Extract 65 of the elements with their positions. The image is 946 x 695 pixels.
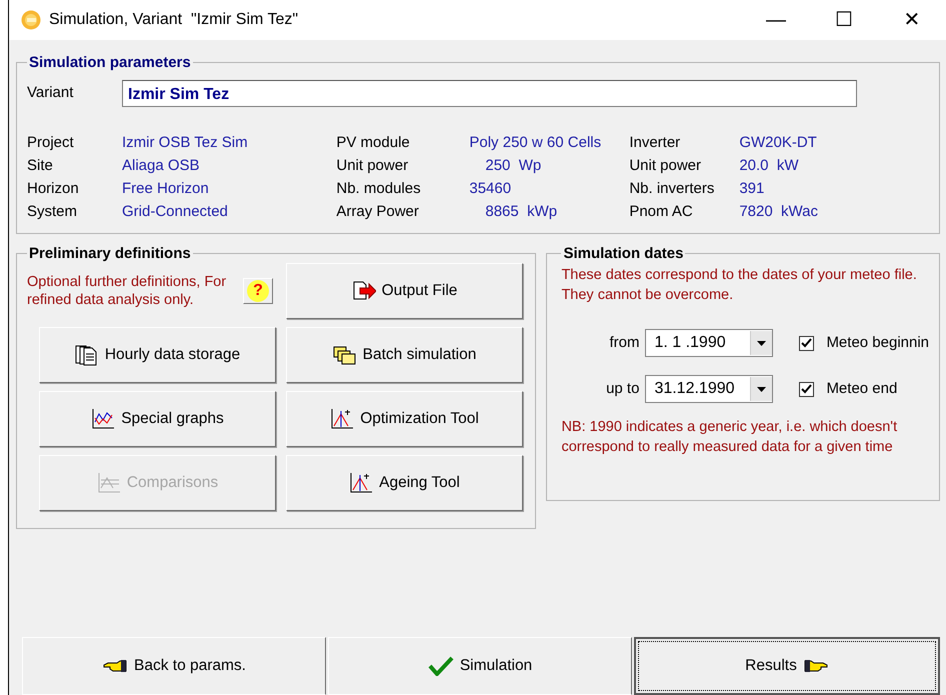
date-label: up to bbox=[605, 378, 640, 399]
field-label: Site bbox=[27, 156, 54, 176]
field-label: Variant bbox=[27, 83, 74, 104]
close-button[interactable]: ✕ bbox=[878, 4, 946, 36]
note-text: These dates correspond to the dates of your meteo file. They cannot be overcome. bbox=[561, 266, 918, 305]
tool-button[interactable]: Batch simulation bbox=[286, 327, 523, 383]
field-value: GW20K-DT bbox=[739, 133, 817, 153]
field-value: Free Horizon bbox=[122, 179, 209, 199]
field-value: Poly 250 w 60 Cells bbox=[469, 133, 602, 153]
footer-button[interactable]: Results bbox=[634, 637, 940, 695]
group-title: Simulation parameters bbox=[28, 55, 192, 70]
tool-button[interactable]: Output File bbox=[286, 263, 523, 319]
app-logo-icon bbox=[21, 10, 41, 30]
checkmark-icon bbox=[428, 656, 454, 676]
field-label: Unit power bbox=[336, 156, 410, 176]
date-label: from bbox=[608, 332, 640, 353]
field-value: 391 bbox=[739, 179, 764, 199]
field-label: Array Power bbox=[336, 202, 420, 222]
tool-button[interactable]: Optimization Tool bbox=[286, 391, 523, 447]
folders-icon bbox=[332, 344, 357, 366]
field-value: Aliaga OSB bbox=[122, 156, 200, 176]
checkbox-label: Meteo end bbox=[826, 378, 898, 399]
checkbox[interactable] bbox=[799, 336, 814, 350]
dropdown-arrow-icon bbox=[757, 386, 766, 392]
tool-button[interactable]: Ageing Tool bbox=[286, 455, 523, 511]
date-dropdown[interactable]: 1. 1 .1990 bbox=[645, 329, 774, 357]
group-title: Simulation dates bbox=[562, 246, 684, 261]
field-value: 35460 bbox=[469, 179, 512, 199]
field-label: Unit power bbox=[629, 156, 702, 176]
document-arrow-icon bbox=[352, 280, 376, 302]
field-label: Inverter bbox=[629, 133, 682, 153]
note-text: Optional further definitions, For refined data analysis only. bbox=[27, 273, 227, 309]
line-graph-icon bbox=[91, 408, 116, 430]
field-label: Nb. inverters bbox=[629, 179, 716, 199]
window-title: Simulation, Variant "Izmir Sim Tez" bbox=[49, 10, 300, 30]
field-label: PV module bbox=[336, 133, 411, 153]
field-value: Izmir OSB Tez Sim bbox=[122, 133, 248, 153]
footer-button[interactable]: Simulation bbox=[328, 637, 632, 695]
help-button[interactable]: ? bbox=[243, 278, 273, 304]
documents-icon bbox=[74, 344, 99, 366]
maximize-button[interactable]: ☐ bbox=[810, 4, 878, 36]
field-value: 8865 kWp bbox=[485, 202, 558, 222]
peak-graph-icon bbox=[349, 472, 374, 494]
peak-graph-icon bbox=[330, 408, 354, 430]
field-label: System bbox=[27, 202, 78, 222]
field-label: Project bbox=[27, 133, 75, 153]
checkbox-label: Meteo beginnin bbox=[826, 332, 930, 353]
note-text: NB: 1990 indicates a generic year, i.e. which doesn't correspond to really measured data for a given time bbox=[561, 418, 898, 457]
field-value: 20.0 kW bbox=[739, 156, 798, 176]
checkbox[interactable] bbox=[799, 382, 814, 396]
field-label: Horizon bbox=[27, 179, 80, 199]
field-value: 250 Wp bbox=[485, 156, 542, 176]
minimize-button[interactable]: — bbox=[742, 4, 810, 36]
field-label: Nb. modules bbox=[336, 179, 422, 199]
graph-icon bbox=[96, 472, 121, 494]
tool-button[interactable]: Hourly data storage bbox=[39, 327, 276, 383]
field-label: Pnom AC bbox=[629, 202, 694, 222]
field-value: Grid-Connected bbox=[122, 202, 228, 222]
footer-button[interactable]: Back to params. bbox=[22, 637, 326, 695]
tool-button[interactable]: Special graphs bbox=[39, 391, 276, 447]
group-title: Preliminary definitions bbox=[28, 246, 192, 261]
date-dropdown[interactable]: 31.12.1990 bbox=[645, 375, 774, 403]
dropdown-arrow-icon bbox=[757, 340, 766, 346]
field-value: 7820 kWac bbox=[739, 202, 818, 222]
variant-field[interactable]: Izmir Sim Tez bbox=[122, 80, 857, 107]
